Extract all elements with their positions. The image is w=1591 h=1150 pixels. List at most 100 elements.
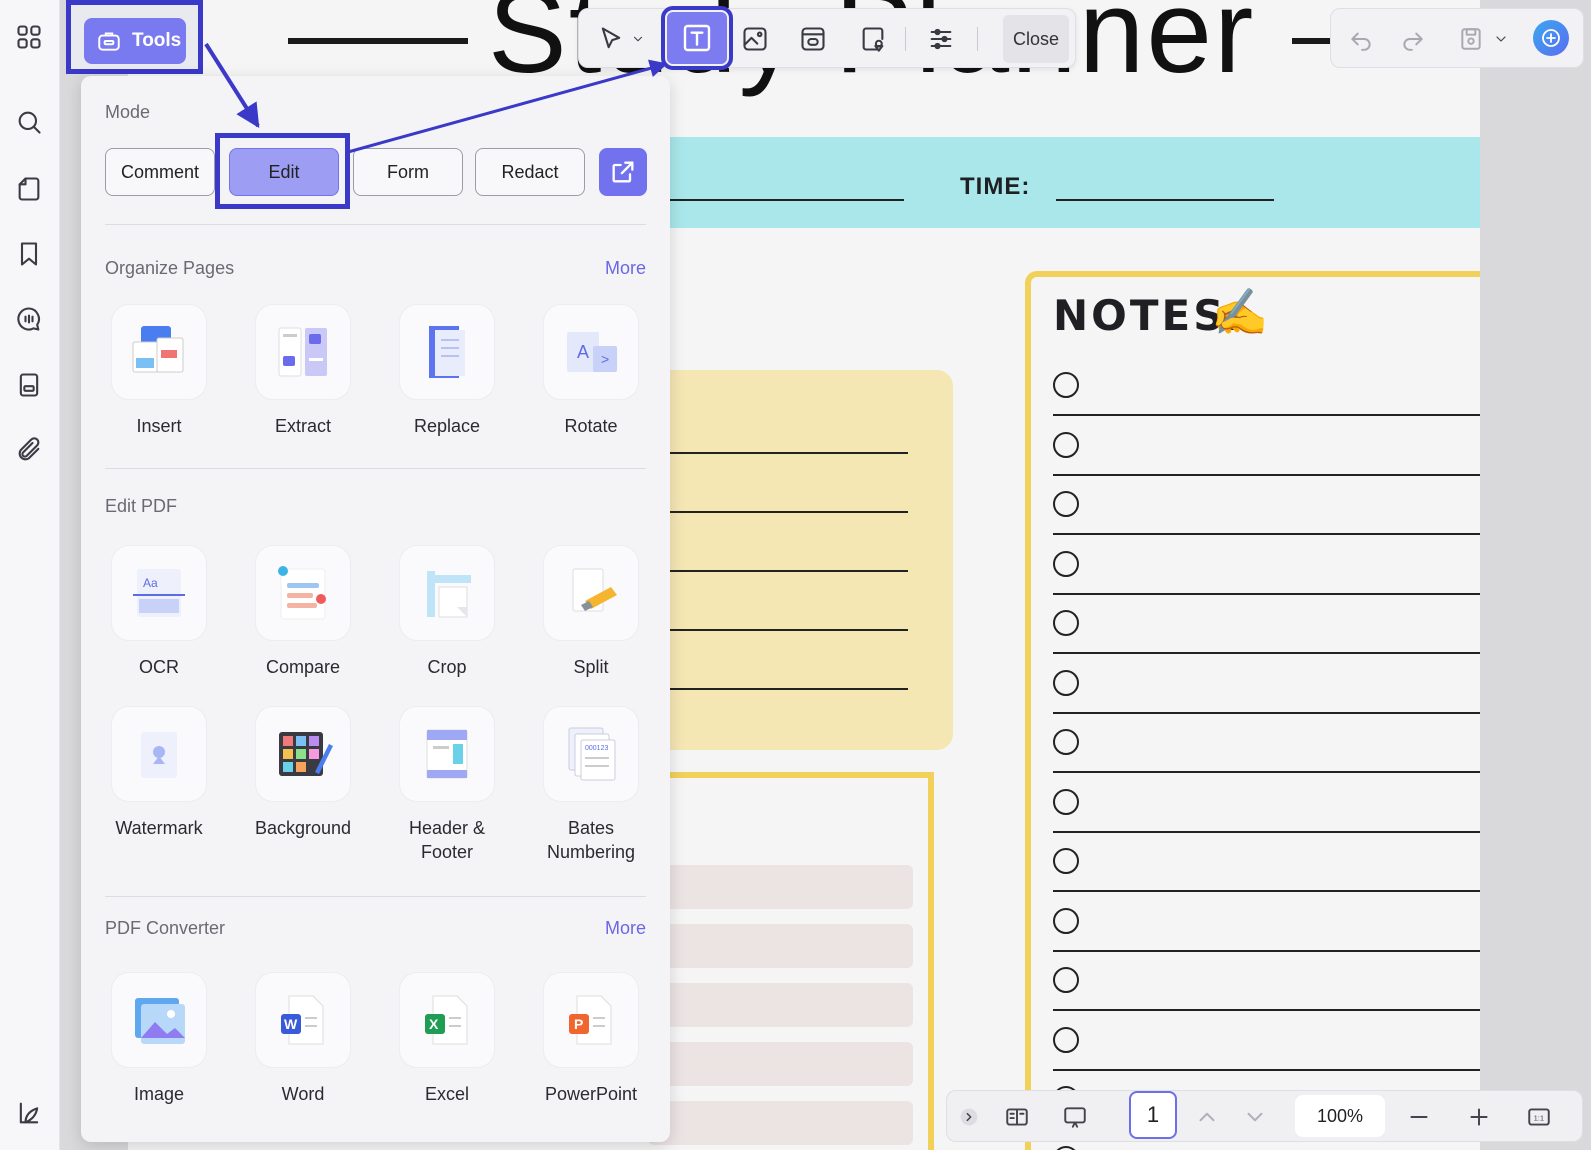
external-link-icon: [612, 161, 634, 183]
note-checkbox: [1053, 967, 1079, 993]
note-checklist-row: [1053, 907, 1480, 968]
section-divider: [105, 468, 646, 469]
tool-crop[interactable]: Crop: [387, 545, 507, 679]
organize-more-link[interactable]: More: [605, 258, 646, 279]
tool-bates-numbering[interactable]: 000123 Bates Numbering: [531, 706, 651, 864]
slideshow-icon: [1064, 1107, 1086, 1128]
tool-extract[interactable]: Extract: [243, 304, 363, 438]
ai-assistant-button[interactable]: [1533, 20, 1569, 56]
note-checkbox: [1053, 907, 1079, 934]
notes-section: NOTES: ✍️: [1025, 271, 1480, 1150]
svg-text:000123: 000123: [585, 745, 608, 752]
form-icon[interactable]: [14, 370, 44, 400]
bookmark-icon[interactable]: [14, 239, 44, 269]
edit-toolbar: Close: [578, 6, 1076, 70]
tool-compare[interactable]: Compare: [243, 545, 363, 679]
image-convert-icon: [111, 972, 207, 1068]
redo-button[interactable]: [1397, 23, 1429, 55]
tool-excel[interactable]: X Excel: [387, 972, 507, 1106]
mode-form-button[interactable]: Form: [353, 148, 463, 196]
date-time-banner: TIME:: [648, 137, 1480, 228]
zoom-out-button[interactable]: [1401, 1099, 1437, 1135]
tool-label: Word: [281, 1084, 325, 1104]
pink-row: [648, 983, 913, 1027]
chevron-down-icon: [633, 36, 643, 42]
link-tool-button[interactable]: [793, 19, 833, 59]
pink-row: [648, 1101, 913, 1145]
organize-section-title: Organize Pages: [105, 258, 235, 278]
note-checklist-row: [1053, 372, 1480, 432]
link-tool-icon: [801, 27, 825, 51]
comment-icon[interactable]: [14, 304, 44, 334]
mode-redact-button[interactable]: Redact: [475, 148, 585, 196]
text-tool-button[interactable]: [661, 6, 733, 70]
time-underline: [1056, 199, 1274, 201]
chevron-down-icon: [1496, 36, 1506, 42]
note-checklist-row: [1053, 729, 1480, 789]
location-tool-button[interactable]: [853, 19, 893, 59]
tool-ocr[interactable]: Aa OCR: [99, 545, 219, 679]
tool-watermark[interactable]: Watermark: [99, 706, 219, 840]
search-icon[interactable]: [14, 107, 44, 137]
tool-label: PowerPoint: [544, 1084, 638, 1104]
attachment-icon[interactable]: [14, 435, 44, 465]
note-checklist-row: [1053, 431, 1480, 492]
tool-image[interactable]: Image: [99, 972, 219, 1106]
pink-row: [648, 924, 913, 968]
settings-sliders-icon: [930, 28, 952, 50]
note-checkbox: [1053, 372, 1079, 398]
rotate-icon: A >: [543, 304, 639, 400]
note-checkbox: [1053, 788, 1079, 815]
tool-insert[interactable]: Insert: [99, 304, 219, 438]
open-in-window-button[interactable]: [599, 148, 647, 196]
undo-button[interactable]: [1345, 23, 1377, 55]
tool-replace[interactable]: Replace: [387, 304, 507, 438]
tool-rotate[interactable]: A > Rotate: [531, 304, 651, 438]
save-button[interactable]: [1455, 23, 1487, 55]
bates-numbering-icon: 000123: [543, 706, 639, 802]
close-edit-button[interactable]: Close: [1003, 15, 1069, 63]
tools-button-label: Tools: [132, 30, 182, 51]
tool-background[interactable]: Background: [243, 706, 363, 840]
tool-split[interactable]: Split: [531, 545, 651, 679]
pink-row: [648, 865, 913, 909]
select-tool-button[interactable]: [593, 19, 649, 59]
page-number-input[interactable]: 1: [1129, 1091, 1177, 1139]
actual-size-icon: 1:1: [1528, 1108, 1550, 1126]
actual-size-button[interactable]: 1:1: [1521, 1099, 1557, 1135]
next-page-button[interactable]: [1237, 1099, 1273, 1135]
tools-button[interactable]: Tools: [84, 18, 186, 64]
presentation-button[interactable]: [1057, 1099, 1093, 1135]
section-divider: [105, 224, 646, 225]
page-layout-button[interactable]: [999, 1099, 1035, 1135]
theme-icon[interactable]: [14, 1098, 44, 1128]
excel-icon: X: [399, 972, 495, 1068]
mode-comment-button[interactable]: Comment: [105, 148, 215, 196]
tool-powerpoint[interactable]: P PowerPoint: [531, 972, 651, 1106]
yellow-section: [648, 370, 953, 750]
zoom-level[interactable]: 100%: [1295, 1095, 1385, 1137]
note-checkbox: [1053, 491, 1079, 517]
image-tool-button[interactable]: [735, 19, 775, 59]
converter-more-link[interactable]: More: [605, 918, 646, 939]
tool-header-footer[interactable]: Header & Footer: [387, 706, 507, 864]
toolbar-divider: [977, 27, 978, 51]
zoom-in-button[interactable]: [1461, 1099, 1497, 1135]
extract-icon: [255, 304, 351, 400]
page-icon[interactable]: [14, 174, 44, 204]
previous-page-button[interactable]: [1189, 1099, 1225, 1135]
note-line: [1053, 711, 1480, 714]
yellow-line: [648, 688, 908, 690]
tool-word[interactable]: W Word: [243, 972, 363, 1106]
history-toolbar: [1330, 8, 1584, 68]
settings-button[interactable]: [921, 19, 961, 59]
svg-text:1:1: 1:1: [1534, 1113, 1545, 1122]
apps-grid-icon[interactable]: [14, 22, 44, 52]
expand-bar-button[interactable]: [957, 1099, 981, 1135]
svg-text:>: >: [601, 351, 609, 367]
yellow-line: [648, 452, 908, 454]
save-options-dropdown[interactable]: [1491, 23, 1511, 55]
toolbox-icon: [98, 32, 120, 51]
powerpoint-icon: P: [543, 972, 639, 1068]
tool-label: Crop: [427, 657, 467, 677]
